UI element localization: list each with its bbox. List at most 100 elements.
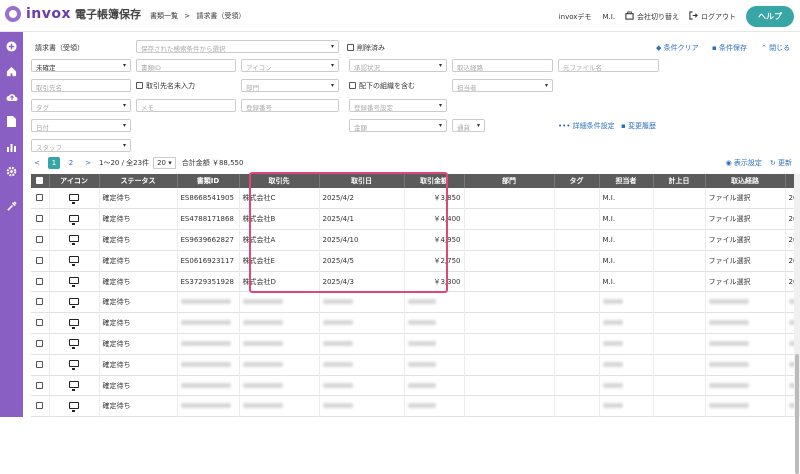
vendor-not-entered-checkbox[interactable]: 取引先名未入力 bbox=[136, 81, 195, 91]
table-actions: ◉ 表示設定 ↻ 更新 bbox=[726, 158, 792, 168]
logout-button[interactable]: ログアウト bbox=[689, 11, 736, 22]
row-checkbox[interactable] bbox=[36, 298, 43, 305]
change-history-link[interactable]: ▪ 変更履歴 bbox=[621, 121, 656, 131]
switch-company-button[interactable]: 会社切り替え bbox=[625, 11, 679, 22]
row-checkbox[interactable] bbox=[36, 382, 43, 389]
col-route[interactable]: 取込経路 bbox=[705, 174, 785, 188]
deleted-checkbox[interactable]: 削除済み bbox=[347, 43, 385, 53]
table-row[interactable]: 確定待ちES0616923117株式会社E2025/4/5￥2,750M.I.フ… bbox=[31, 250, 800, 271]
status-select[interactable]: 未確定▾ bbox=[31, 59, 131, 72]
select-all-checkbox[interactable] bbox=[31, 174, 49, 188]
page-size-select[interactable]: 20 ▾ bbox=[153, 157, 176, 169]
col-department[interactable]: 部門 bbox=[464, 174, 554, 188]
memo-input[interactable]: メモ bbox=[136, 99, 236, 112]
row-checkbox[interactable] bbox=[36, 340, 43, 347]
col-booking-date[interactable]: 計上日 bbox=[653, 174, 705, 188]
row-checkbox[interactable] bbox=[36, 194, 43, 201]
cell-amount: ￥3,850 bbox=[404, 188, 464, 209]
staff-select[interactable]: スタッフ▾ bbox=[31, 139, 131, 152]
blurred-text bbox=[408, 320, 436, 325]
document-icon[interactable] bbox=[0, 109, 23, 134]
chart-icon[interactable] bbox=[0, 134, 23, 159]
reg-number-setting-select[interactable]: 登録番号設定▾ bbox=[349, 99, 447, 112]
col-tag[interactable]: タグ bbox=[554, 174, 599, 188]
vendor-input[interactable]: 取引先名 bbox=[31, 79, 131, 92]
approval-select[interactable]: 承認状況▾ bbox=[349, 59, 447, 72]
cell-date: 2025/4/5 bbox=[319, 250, 404, 271]
detail-settings-link[interactable]: ••• 詳細条件設定 bbox=[558, 121, 615, 131]
row-checkbox[interactable] bbox=[36, 319, 43, 326]
row-select bbox=[31, 230, 49, 251]
page-1-button[interactable]: 1 bbox=[48, 157, 60, 169]
reg-number-input[interactable]: 登録番号 bbox=[241, 99, 339, 112]
assignee-select[interactable]: 担当者▾ bbox=[452, 79, 553, 92]
logo-mark-icon bbox=[5, 6, 21, 22]
cell-icon bbox=[49, 250, 99, 271]
currency-select[interactable]: 通貨▾ bbox=[452, 119, 485, 132]
table-row-blurred[interactable]: 確定待ち bbox=[31, 334, 800, 355]
table-row[interactable]: 確定待ちES8668541905株式会社C2025/4/2￥3,850M.I.フ… bbox=[31, 188, 800, 209]
row-checkbox[interactable] bbox=[36, 215, 43, 222]
reg-number-setting-placeholder: 登録番号設定 bbox=[354, 104, 393, 112]
table-row-blurred[interactable]: 確定待ち bbox=[31, 292, 800, 313]
icon-select[interactable]: アイコン▾ bbox=[241, 59, 339, 72]
col-doc-id[interactable]: 書類ID bbox=[177, 174, 239, 188]
next-page-button[interactable]: > bbox=[82, 157, 94, 169]
col-status[interactable]: ステータス bbox=[99, 174, 177, 188]
table-row-blurred[interactable]: 確定待ち bbox=[31, 313, 800, 334]
save-label: 条件保存 bbox=[719, 44, 747, 52]
doc-id-input[interactable]: 書類ID bbox=[136, 59, 236, 72]
include-subdept-checkbox[interactable]: 配下の組織を含む bbox=[349, 81, 415, 91]
table-scrollbar[interactable] bbox=[794, 174, 800, 417]
input-route-select[interactable]: 取込経路 bbox=[452, 59, 553, 72]
row-checkbox[interactable] bbox=[36, 278, 43, 285]
gear-icon[interactable] bbox=[0, 159, 23, 184]
page-2-button[interactable]: 2 bbox=[65, 157, 77, 169]
help-button[interactable]: ヘルプ bbox=[746, 6, 794, 27]
blurred-cell bbox=[177, 375, 239, 396]
blurred-text bbox=[181, 383, 231, 388]
row-checkbox[interactable] bbox=[36, 257, 43, 264]
tag-select[interactable]: タグ▾ bbox=[31, 99, 131, 112]
table-row[interactable]: 確定待ちES9639662827株式会社A2025/4/10￥4,950M.I.… bbox=[31, 230, 800, 251]
cloud-upload-icon[interactable] bbox=[0, 84, 23, 109]
refresh-link[interactable]: ↻ 更新 bbox=[770, 158, 792, 168]
clear-conditions-link[interactable]: ◆ 条件クリア bbox=[656, 43, 699, 53]
amount-select[interactable]: 金額▾ bbox=[349, 119, 447, 132]
cell-vendor: 株式会社D bbox=[239, 271, 319, 292]
home-icon[interactable] bbox=[0, 59, 23, 84]
department-select[interactable]: 部門▾ bbox=[241, 79, 339, 92]
blurred-cell bbox=[49, 396, 99, 417]
blurred-cell bbox=[177, 313, 239, 334]
col-assignee[interactable]: 担当者 bbox=[599, 174, 653, 188]
saved-conditions-select[interactable]: 保存された検索条件から選択▾ bbox=[136, 40, 339, 53]
breadcrumb-doc-list[interactable]: 書類一覧 bbox=[150, 12, 178, 20]
row-checkbox[interactable] bbox=[36, 236, 43, 243]
prev-page-button[interactable]: < bbox=[31, 157, 43, 169]
blurred-text bbox=[181, 341, 231, 346]
tools-icon[interactable] bbox=[0, 194, 23, 219]
close-filters-link[interactable]: ⌃ 閉じる bbox=[761, 43, 790, 53]
col-icon[interactable]: アイコン bbox=[49, 174, 99, 188]
chevron-down-icon: ▾ bbox=[439, 62, 442, 69]
col-amount[interactable]: 取引金額 bbox=[404, 174, 464, 188]
table-row-blurred[interactable]: 確定待ち bbox=[31, 375, 800, 396]
table-row[interactable]: 確定待ちES3729351928株式会社D2025/4/3￥3,300M.I.フ… bbox=[31, 271, 800, 292]
display-settings-link[interactable]: ◉ 表示設定 bbox=[726, 158, 762, 168]
plus-circle-icon[interactable] bbox=[0, 34, 23, 59]
app-logo[interactable]: invox 電子帳簿保存 bbox=[5, 6, 141, 22]
col-date[interactable]: 取引日 bbox=[319, 174, 404, 188]
table-row-blurred[interactable]: 確定待ち bbox=[31, 354, 800, 375]
table-row[interactable]: 確定待ちES4788171868株式会社B2025/4/1￥4,400M.I.フ… bbox=[31, 209, 800, 230]
col-vendor[interactable]: 取引先 bbox=[239, 174, 319, 188]
blurred-cell bbox=[705, 375, 785, 396]
cell-tag bbox=[554, 188, 599, 209]
row-checkbox[interactable] bbox=[36, 361, 43, 368]
filename-input[interactable]: 元ファイル名 bbox=[558, 59, 659, 72]
scrollbar-thumb[interactable] bbox=[795, 354, 799, 474]
table-row-blurred[interactable]: 確定待ち bbox=[31, 396, 800, 417]
save-conditions-link[interactable]: ▪ 条件保存 bbox=[712, 43, 747, 53]
row-checkbox[interactable] bbox=[36, 402, 43, 409]
date-select[interactable]: 日付▾ bbox=[31, 119, 131, 132]
pc-icon bbox=[69, 339, 79, 346]
